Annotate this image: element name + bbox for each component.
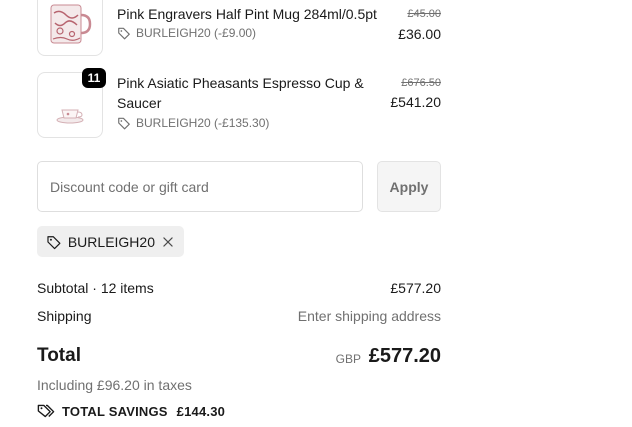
taxes-note: Including £96.20 in taxes	[37, 377, 192, 393]
line-item: 11 Pink Asiatic Pheasants Espresso Cup &…	[37, 68, 441, 138]
shipping-value: Enter shipping address	[297, 308, 441, 324]
shipping-label: Shipping	[37, 308, 92, 324]
applied-discount-chip: BURLEIGH20	[37, 226, 184, 257]
tag-icon	[118, 117, 130, 130]
savings-value: £144.30	[176, 403, 226, 419]
product-name: Pink Engravers Half Pint Mug 284ml/0.5pt	[117, 6, 377, 22]
tag-icon	[118, 27, 130, 40]
discount-code-input[interactable]	[37, 161, 363, 212]
close-icon	[163, 236, 173, 247]
total-label: Total	[37, 345, 81, 366]
item-price: £36.00	[398, 26, 441, 42]
subtotal-label: Subtotal · 12 items	[37, 280, 154, 296]
quantity-badge: 11	[82, 68, 106, 88]
mug-image	[50, 4, 92, 44]
currency-code: GBP	[335, 352, 361, 366]
original-price: £676.50	[401, 77, 441, 89]
product-image: 11	[37, 68, 106, 138]
remove-discount-button[interactable]	[161, 235, 175, 249]
item-price: £541.20	[390, 94, 441, 110]
line-item: Pink Engravers Half Pint Mug 284ml/0.5pt…	[37, 0, 441, 60]
shipping-row: Shipping Enter shipping address	[37, 308, 441, 324]
product-name: Pink Asiatic Pheasants Espresso Cup & Sa…	[117, 75, 364, 111]
subtotal-value: £577.20	[390, 280, 441, 296]
total-value: £577.20	[368, 345, 441, 367]
subtotal-row: Subtotal · 12 items £577.20	[37, 280, 441, 296]
original-price: £45.00	[407, 8, 441, 20]
total-savings: TOTAL SAVINGS £144.30	[37, 402, 225, 420]
discount-code-label: BURLEIGH20	[67, 233, 155, 250]
tags-icon	[37, 404, 55, 418]
savings-label: TOTAL SAVINGS	[62, 403, 168, 419]
tag-icon	[47, 235, 61, 249]
discount-allocation: BURLEIGH20 (-£9.00)	[117, 26, 256, 40]
apply-button[interactable]: Apply	[377, 161, 441, 212]
product-image	[37, 0, 103, 56]
order-summary: Pink Engravers Half Pint Mug 284ml/0.5pt…	[0, 0, 632, 427]
discount-allocation: BURLEIGH20 (-£135.30)	[117, 116, 269, 130]
